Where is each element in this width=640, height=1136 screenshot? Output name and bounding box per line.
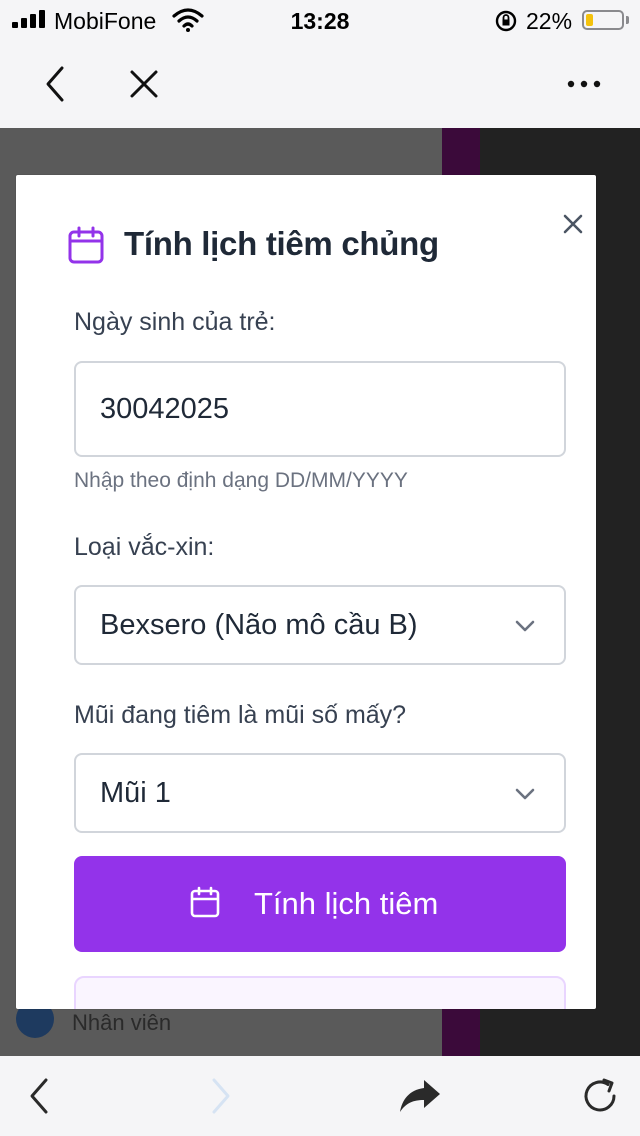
birthdate-hint: Nhập theo định dạng DD/MM/YYYY xyxy=(74,469,408,492)
birthdate-label: Ngày sinh của trẻ: xyxy=(74,308,276,336)
more-icon xyxy=(567,80,601,88)
share-button[interactable] xyxy=(398,1074,442,1118)
reload-button[interactable] xyxy=(578,1074,622,1118)
battery-percent: 22% xyxy=(526,8,573,34)
back-icon xyxy=(30,1078,48,1114)
close-page-button[interactable] xyxy=(122,62,166,106)
vaccine-label: Loại vắc-xin: xyxy=(74,533,215,561)
calculate-schedule-button[interactable]: Tính lịch tiêm xyxy=(74,856,566,952)
close-icon xyxy=(130,70,158,98)
dose-select[interactable]: Mũi 1 xyxy=(74,753,566,833)
chevron-down-icon xyxy=(515,620,535,632)
battery-tip xyxy=(626,16,629,24)
back-button[interactable] xyxy=(34,62,78,106)
calculate-button-label: Tính lịch tiêm xyxy=(254,886,439,921)
browser-top-toolbar xyxy=(0,40,640,128)
forward-icon xyxy=(212,1078,230,1114)
modal-header: Tính lịch tiêm chủng xyxy=(68,223,538,267)
background-footer-text: Nhân viên xyxy=(72,1010,172,1035)
modal-title: Tính lịch tiêm chủng xyxy=(124,225,439,262)
dose-label: Mũi đang tiêm là mũi số mấy? xyxy=(74,701,407,729)
more-button[interactable] xyxy=(562,62,606,106)
close-icon xyxy=(563,214,583,234)
result-panel xyxy=(74,976,566,1009)
forward-button[interactable] xyxy=(198,1074,242,1118)
vaccination-schedule-modal: Tính lịch tiêm chủng Ngày sinh của trẻ: … xyxy=(16,175,596,1009)
back-icon xyxy=(46,66,64,102)
reload-icon xyxy=(584,1078,616,1112)
share-icon xyxy=(400,1080,440,1112)
modal-close-button[interactable] xyxy=(556,207,590,241)
back-button[interactable] xyxy=(18,1074,62,1118)
chevron-down-icon xyxy=(515,788,535,800)
calendar-icon xyxy=(68,226,104,264)
browser-bottom-toolbar xyxy=(0,1056,640,1136)
birthdate-input[interactable] xyxy=(74,361,566,457)
dose-selected-value: Mũi 1 xyxy=(100,777,171,809)
battery-icon xyxy=(582,10,624,30)
rotation-lock-icon xyxy=(495,10,517,32)
status-bar: MobiFone 13:28 22% xyxy=(0,0,640,40)
battery-level xyxy=(586,14,593,26)
vaccine-selected-value: Bexsero (Não mô cầu B) xyxy=(100,609,418,641)
calendar-icon xyxy=(190,886,220,918)
vaccine-select[interactable]: Bexsero (Não mô cầu B) xyxy=(74,585,566,665)
